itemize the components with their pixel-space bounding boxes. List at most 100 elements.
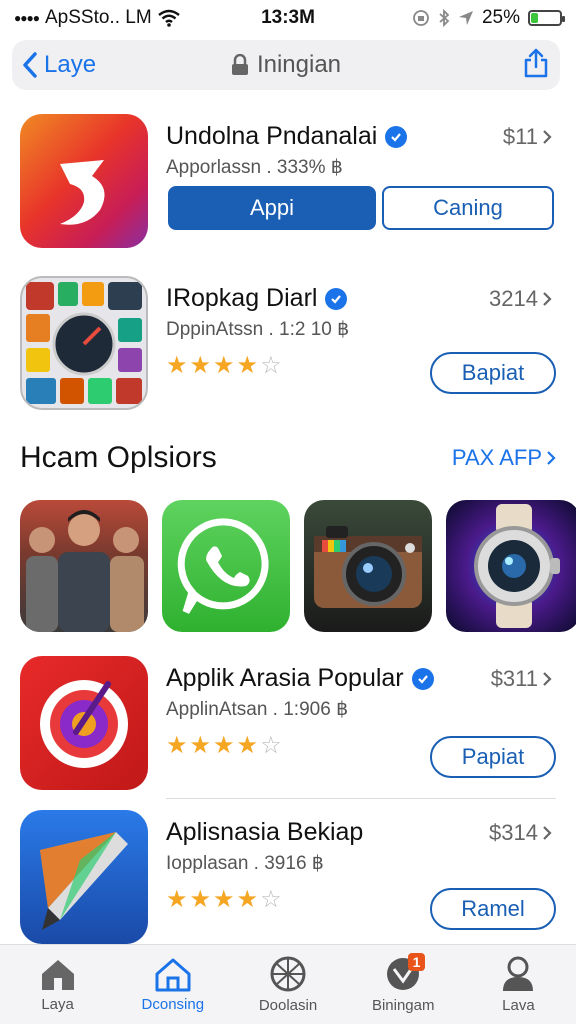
see-all-link[interactable]: PAX AFP [452,445,556,471]
star-filled-icon: ★ [166,732,188,759]
get-button[interactable]: Ramel [430,888,556,930]
lock-icon [231,54,248,75]
notification-badge: 1 [407,953,426,971]
price-text: 3214 [489,286,538,311]
prism-pen-icon [40,832,128,930]
app-row-1[interactable]: Undolna Pndanalai Apporlassn . 333% ฿ $1… [20,114,556,252]
verified-badge-icon [385,125,408,148]
star-filled-icon: ★ [189,886,212,913]
chevron-right-icon [547,451,556,465]
people-photo-icon[interactable] [20,500,148,632]
battery-icon [528,10,565,26]
star-rating: ★ ★ ★ ★ ☆ [166,731,282,760]
app-subtitle: Iopplasan . 3916 ฿ [166,853,324,874]
featured-carousel[interactable] [20,500,576,632]
tab-label: Lava [502,997,535,1014]
tab-label: Doolasin [258,997,318,1014]
app-price[interactable]: $11 [503,124,552,150]
star-filled-icon: ★ [213,732,235,759]
status-time: 13:3M [261,7,315,28]
app-price[interactable]: $314 [489,820,552,846]
tab-label: Dconsing [141,996,205,1013]
app-row-4[interactable]: Aplisnasia Bekiap Iopplasan . 3916 ฿ $31… [20,810,556,944]
app-name: IRopkag Diarl [166,284,348,313]
location-icon [458,11,473,25]
star-filled-icon: ★ [236,732,259,759]
price-text: $314 [489,820,538,845]
app-row-3[interactable]: Applik Arasia Popular ApplinAtsan . 1:90… [20,656,556,794]
star-empty-icon: ☆ [260,732,282,759]
app-subtitle: ApplinAtsan . 1:906 ฿ [166,699,349,720]
chevron-right-icon [543,130,552,144]
tab-doolasin[interactable]: Doolasin [230,945,345,1024]
camera-body-icon [314,526,422,608]
chevron-right-icon [543,826,552,840]
tab-label: Biningam [371,997,435,1014]
status-bar: ●●●● ApSSto.. LM 13:3M 25% [0,0,576,36]
price-text: $11 [502,124,538,149]
get-button[interactable]: Papiat [430,736,556,778]
star-rating: ★ ★ ★ ★ ☆ [166,351,282,380]
star-filled-icon: ★ [236,352,259,379]
app-subtitle: DppinAtssn . 1:2 10 ฿ [166,319,350,340]
star-rating: ★ ★ ★ ★ ☆ [166,885,282,914]
smartwatch-icon[interactable] [446,500,576,632]
share-button[interactable] [522,48,550,83]
battery-fill [531,13,538,23]
house-outline-icon [155,958,191,992]
nav-title-text: Iningian [256,51,342,78]
camera-app-icon[interactable] [304,500,432,632]
app-price[interactable]: $311 [491,666,552,692]
star-empty-icon: ☆ [260,352,282,379]
app-name: Undolna Pndanalai [166,122,408,151]
chevron-right-icon [543,292,552,306]
people-silhouette-icon [26,510,144,632]
target-swirl-icon [40,680,128,768]
tab-lava[interactable]: Lava [461,945,576,1024]
app-name-text: Aplisnasia Bekiap [166,818,364,846]
row-divider [166,798,556,799]
app-icon-orange-swoosh[interactable] [20,114,148,248]
tab-dconsing[interactable]: Dconsing [115,945,230,1024]
primary-action-button[interactable]: Appi [168,186,376,230]
app-icon-prism-pen[interactable] [20,810,148,944]
status-left: ●●●● ApSSto.. LM [14,7,214,29]
app-row-2[interactable]: IRopkag Diarl DppinAtssn . 1:2 10 ฿ 3214… [20,276,556,414]
signal-dots-icon: ●●●● [14,11,40,25]
star-filled-icon: ★ [166,886,188,913]
star-filled-icon: ★ [189,352,212,379]
section-title: Hcam Oplsiors [20,441,217,474]
star-empty-icon: ☆ [260,886,282,913]
star-filled-icon: ★ [236,886,259,913]
star-filled-icon: ★ [213,352,235,379]
app-name-text: Applik Arasia Popular [166,664,404,692]
app-icon-target-swirl[interactable] [20,656,148,790]
bluetooth-icon [439,9,450,27]
tab-biningam[interactable]: 1 Biningam [346,945,461,1024]
price-text: $311 [490,666,538,691]
app-icon-dashboard-grid[interactable] [20,276,148,410]
globe-icon [270,956,306,992]
status-right: 25% [362,7,565,29]
orientation-lock-icon [413,10,429,26]
back-button[interactable]: Laye [22,51,96,79]
tab-laya[interactable]: Laya [0,945,115,1024]
app-price[interactable]: 3214 [489,286,552,312]
secondary-action-button[interactable]: Caning [382,186,554,230]
battery-percent: 25% [481,7,520,28]
house-icon [41,960,74,990]
swoosh-logo-icon [60,160,105,225]
person-icon [503,956,534,991]
share-icon [524,48,548,77]
watch-face-icon [474,504,560,628]
chevron-left-icon [23,52,37,78]
tab-bar: Laya Dconsing Doolasin 1 Biningam Lava [0,944,576,1024]
app-subtitle: Apporlassn . 333% ฿ [166,157,343,178]
verified-badge-icon [411,667,434,690]
app-name: Applik Arasia Popular [166,664,434,693]
wifi-icon [157,9,180,27]
get-button[interactable]: Bapiat [430,352,556,394]
tab-label: Laya [41,996,74,1013]
whatsapp-phone-icon[interactable] [162,500,290,632]
verified-badge-icon [325,287,348,310]
